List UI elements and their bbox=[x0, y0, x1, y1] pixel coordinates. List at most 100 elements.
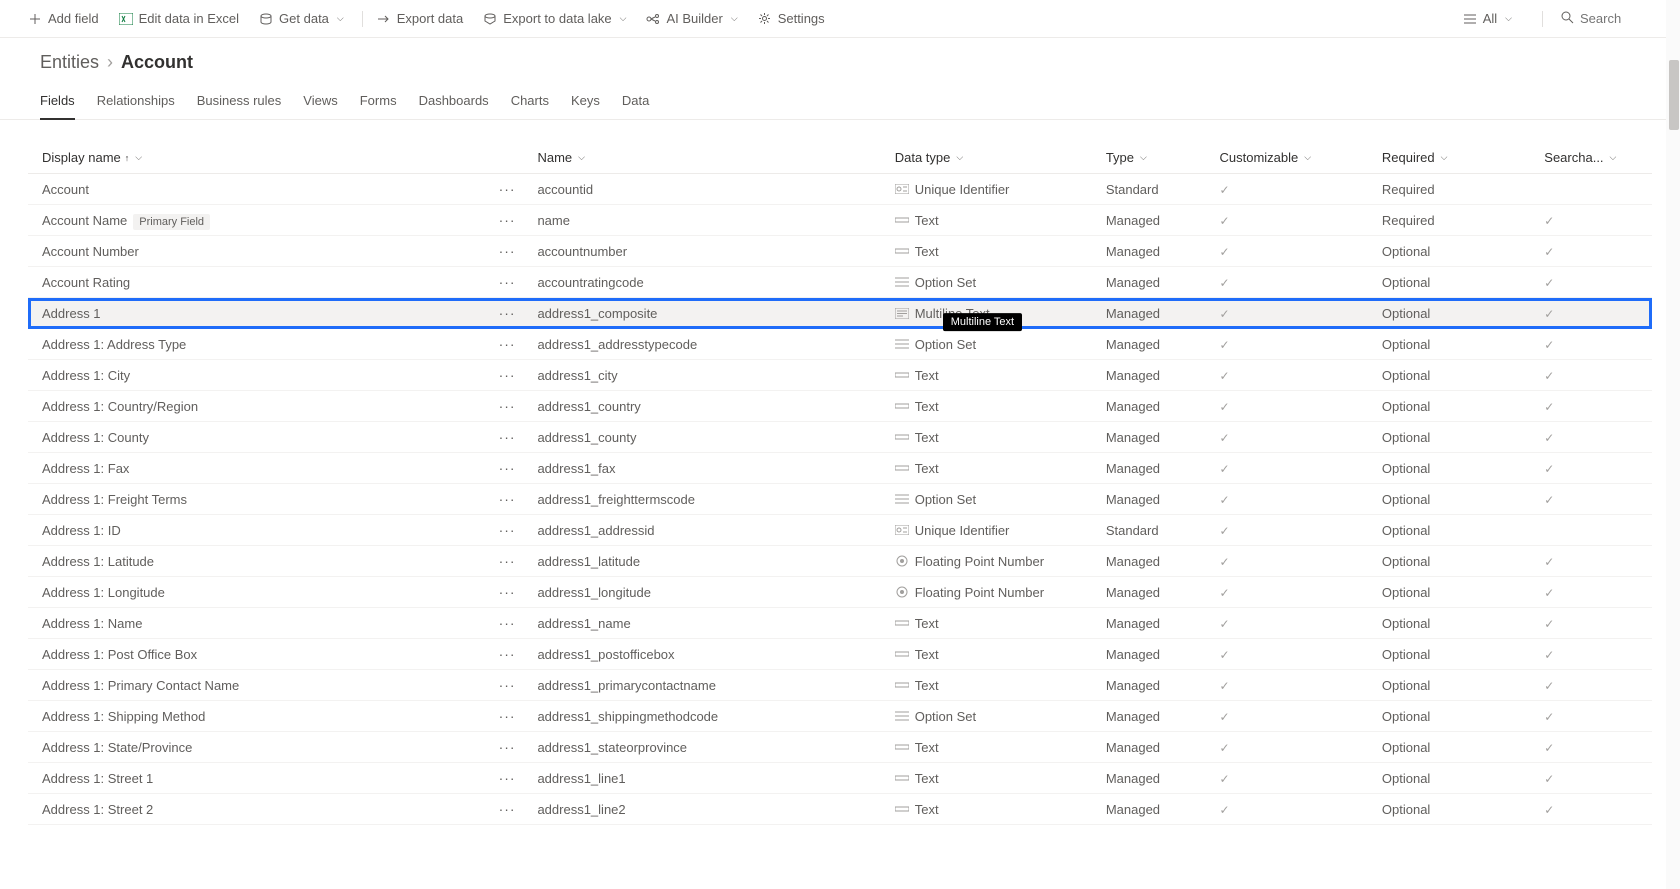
text-type-icon bbox=[895, 463, 909, 474]
row-more-button[interactable]: ··· bbox=[499, 739, 516, 755]
cell-required: Optional bbox=[1376, 639, 1538, 670]
export-datalake-button[interactable]: Export to data lake ⌵ bbox=[475, 7, 634, 30]
row-more-button[interactable]: ··· bbox=[499, 336, 516, 352]
table-row[interactable]: Address 1: Street 1···address1_line1Text… bbox=[28, 763, 1652, 794]
table-row[interactable]: Address 1···address1_compositeMultiline … bbox=[28, 298, 1652, 329]
tab-business-rules[interactable]: Business rules bbox=[197, 93, 282, 119]
table-row[interactable]: Address 1: Primary Contact Name···addres… bbox=[28, 670, 1652, 701]
chevron-right-icon: › bbox=[107, 52, 113, 73]
table-row[interactable]: Address 1: County···address1_countyTextM… bbox=[28, 422, 1652, 453]
cell-required: Optional bbox=[1376, 670, 1538, 701]
cell-data-type: Text bbox=[889, 205, 1100, 236]
table-row[interactable]: Address 1: Fax···address1_faxTextManaged… bbox=[28, 453, 1652, 484]
row-more-button[interactable]: ··· bbox=[499, 708, 516, 724]
vertical-scrollbar[interactable] bbox=[1666, 0, 1680, 889]
table-row[interactable]: Account Number···accountnumberTextManage… bbox=[28, 236, 1652, 267]
export-icon bbox=[377, 12, 391, 26]
row-more-button[interactable]: ··· bbox=[499, 398, 516, 414]
row-more-button[interactable]: ··· bbox=[499, 243, 516, 259]
table-row[interactable]: Address 1: Post Office Box···address1_po… bbox=[28, 639, 1652, 670]
cell-name: address1_stateorprovince bbox=[531, 732, 888, 763]
row-more-button[interactable]: ··· bbox=[499, 770, 516, 786]
search-box[interactable] bbox=[1561, 11, 1660, 27]
table-row[interactable]: Address 1: State/Province···address1_sta… bbox=[28, 732, 1652, 763]
table-row[interactable]: Address 1: City···address1_cityTextManag… bbox=[28, 360, 1652, 391]
table-row[interactable]: Address 1: Shipping Method···address1_sh… bbox=[28, 701, 1652, 732]
tab-relationships[interactable]: Relationships bbox=[97, 93, 175, 119]
export-data-button[interactable]: Export data bbox=[369, 7, 472, 30]
cell-searchable: ✓ bbox=[1538, 794, 1652, 825]
breadcrumb-root[interactable]: Entities bbox=[40, 52, 99, 73]
col-header-type[interactable]: Type⌵ bbox=[1100, 142, 1214, 174]
scrollbar-thumb[interactable] bbox=[1669, 60, 1679, 130]
tab-forms[interactable]: Forms bbox=[360, 93, 397, 119]
cell-data-type: Floating Point Number bbox=[889, 577, 1100, 608]
get-data-button[interactable]: Get data ⌵ bbox=[251, 7, 352, 30]
tab-keys[interactable]: Keys bbox=[571, 93, 600, 119]
row-more-button[interactable]: ··· bbox=[499, 305, 516, 321]
toolbar-divider bbox=[362, 11, 363, 27]
row-more-button[interactable]: ··· bbox=[499, 460, 516, 476]
col-header-required[interactable]: Required⌵ bbox=[1376, 142, 1538, 174]
row-more-button[interactable]: ··· bbox=[499, 522, 516, 538]
cell-name: address1_fax bbox=[531, 453, 888, 484]
cell-name: address1_line2 bbox=[531, 794, 888, 825]
col-header-customizable[interactable]: Customizable⌵ bbox=[1214, 142, 1376, 174]
row-more-button[interactable]: ··· bbox=[499, 646, 516, 662]
table-row[interactable]: Address 1: Name···address1_nameTextManag… bbox=[28, 608, 1652, 639]
row-more-button[interactable]: ··· bbox=[499, 367, 516, 383]
cell-type: Managed bbox=[1100, 391, 1214, 422]
entity-tabs: Fields Relationships Business rules Views Fo… bbox=[0, 79, 1680, 120]
tab-charts[interactable]: Charts bbox=[511, 93, 549, 119]
tab-dashboards[interactable]: Dashboards bbox=[419, 93, 489, 119]
col-header-display-name[interactable]: Display name↑⌵ bbox=[28, 142, 483, 174]
row-more-button[interactable]: ··· bbox=[499, 181, 516, 197]
cell-data-type: Text bbox=[889, 453, 1100, 484]
table-row[interactable]: Address 1: Latitude···address1_latitudeF… bbox=[28, 546, 1652, 577]
cell-name: address1_addresstypecode bbox=[531, 329, 888, 360]
filter-all-button[interactable]: All ⌵ bbox=[1455, 7, 1520, 30]
table-row[interactable]: Account Rating···accountratingcodeOption… bbox=[28, 267, 1652, 298]
col-header-searchable[interactable]: Searcha...⌵ bbox=[1538, 142, 1652, 174]
cell-customizable: ✓ bbox=[1214, 329, 1376, 360]
export-datalake-label: Export to data lake bbox=[503, 11, 611, 26]
tab-fields[interactable]: Fields bbox=[40, 93, 75, 120]
col-header-data-type[interactable]: Data type⌵ bbox=[889, 142, 1100, 174]
edit-excel-button[interactable]: Edit data in Excel bbox=[111, 7, 247, 30]
sort-asc-icon: ↑ bbox=[125, 153, 130, 163]
add-field-button[interactable]: Add field bbox=[20, 7, 107, 30]
col-header-name[interactable]: Name⌵ bbox=[531, 142, 888, 174]
row-more-button[interactable]: ··· bbox=[499, 801, 516, 817]
table-row[interactable]: Address 1: Street 2···address1_line2Text… bbox=[28, 794, 1652, 825]
cell-type: Standard bbox=[1100, 515, 1214, 546]
table-row[interactable]: Account NamePrimary Field···nameTextMana… bbox=[28, 205, 1652, 236]
cell-customizable: ✓ bbox=[1214, 546, 1376, 577]
cell-display-name: Account NamePrimary Field bbox=[28, 205, 483, 236]
check-icon: ✓ bbox=[1220, 183, 1230, 197]
table-row[interactable]: Address 1: Longitude···address1_longitud… bbox=[28, 577, 1652, 608]
row-more-button[interactable]: ··· bbox=[499, 274, 516, 290]
row-more-button[interactable]: ··· bbox=[499, 615, 516, 631]
table-row[interactable]: Account···accountidUnique IdentifierStan… bbox=[28, 174, 1652, 205]
row-more-button[interactable]: ··· bbox=[499, 677, 516, 693]
row-more-button[interactable]: ··· bbox=[499, 212, 516, 228]
table-row[interactable]: Address 1: Country/Region···address1_cou… bbox=[28, 391, 1652, 422]
cell-display-name: Address 1: Fax bbox=[28, 453, 483, 484]
cell-name: address1_name bbox=[531, 608, 888, 639]
tab-data[interactable]: Data bbox=[622, 93, 649, 119]
settings-button[interactable]: Settings bbox=[750, 7, 833, 30]
table-row[interactable]: Address 1: ID···address1_addressidUnique… bbox=[28, 515, 1652, 546]
tab-views[interactable]: Views bbox=[303, 93, 337, 119]
row-more-button[interactable]: ··· bbox=[499, 491, 516, 507]
cell-data-type: Text bbox=[889, 391, 1100, 422]
cell-display-name: Address 1: City bbox=[28, 360, 483, 391]
cell-searchable: ✓ bbox=[1538, 453, 1652, 484]
search-input[interactable] bbox=[1580, 11, 1660, 26]
row-more-button[interactable]: ··· bbox=[499, 584, 516, 600]
row-more-button[interactable]: ··· bbox=[499, 429, 516, 445]
row-more-button[interactable]: ··· bbox=[499, 553, 516, 569]
table-row[interactable]: Address 1: Address Type···address1_addre… bbox=[28, 329, 1652, 360]
table-row[interactable]: Address 1: Freight Terms···address1_frei… bbox=[28, 484, 1652, 515]
cell-required: Optional bbox=[1376, 484, 1538, 515]
ai-builder-button[interactable]: AI Builder ⌵ bbox=[638, 7, 745, 30]
